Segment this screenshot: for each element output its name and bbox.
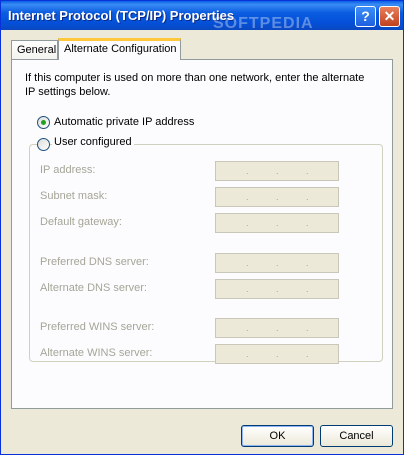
ip-dot: . (276, 349, 279, 359)
automatic-private-ip-label[interactable]: Automatic private IP address (54, 116, 194, 128)
ip-dot: . (276, 258, 279, 268)
subnet-mask-field[interactable]: ... (215, 187, 339, 207)
preferred-wins-field[interactable]: ... (215, 318, 339, 338)
ok-button[interactable]: OK (241, 425, 314, 447)
ip-address-field[interactable]: ... (215, 161, 339, 181)
ip-dot: . (306, 192, 309, 202)
user-configured-label[interactable]: User configured (52, 136, 134, 148)
default-gateway-label: Default gateway: (40, 216, 122, 228)
window-title: Internet Protocol (TCP/IP) Properties (8, 8, 235, 23)
ip-dot: . (306, 258, 309, 268)
default-gateway-field[interactable]: ... (215, 213, 339, 233)
ip-dot: . (246, 218, 249, 228)
alternate-dns-label: Alternate DNS server: (40, 282, 147, 294)
ip-dot: . (246, 349, 249, 359)
ip-dot: . (276, 192, 279, 202)
ip-dot: . (276, 166, 279, 176)
ip-dot: . (306, 284, 309, 294)
ip-dot: . (246, 166, 249, 176)
ip-dot: . (306, 218, 309, 228)
ip-dot: . (276, 284, 279, 294)
close-button[interactable]: ✕ (379, 6, 400, 27)
alternate-dns-field[interactable]: ... (215, 279, 339, 299)
watermark: SOFTPEDIA (213, 15, 314, 32)
title-bar[interactable]: Internet Protocol (TCP/IP) Properties SO… (1, 1, 403, 32)
ip-dot: . (246, 192, 249, 202)
ip-dot: . (276, 323, 279, 333)
cancel-button[interactable]: Cancel (320, 425, 393, 447)
alternate-wins-label: Alternate WINS server: (40, 347, 153, 359)
description-text: If this computer is used on more than on… (25, 72, 365, 98)
ip-dot: . (306, 349, 309, 359)
ip-dot: . (246, 284, 249, 294)
ip-dot: . (246, 258, 249, 268)
ip-dot: . (276, 218, 279, 228)
preferred-dns-label: Preferred DNS server: (40, 256, 149, 268)
ip-address-label: IP address: (40, 164, 96, 176)
subnet-mask-label: Subnet mask: (40, 190, 108, 202)
automatic-private-ip-radio[interactable] (37, 116, 50, 129)
ip-dot: . (306, 166, 309, 176)
preferred-dns-field[interactable]: ... (215, 253, 339, 273)
radio-selected-dot (41, 120, 46, 125)
tab-panel: If this computer is used on more than on… (11, 59, 393, 409)
ip-dot: . (306, 323, 309, 333)
alternate-wins-field[interactable]: ... (215, 344, 339, 364)
help-button[interactable]: ? (355, 6, 376, 27)
user-configured-radio[interactable] (37, 138, 50, 151)
properties-dialog: Internet Protocol (TCP/IP) Properties SO… (0, 0, 404, 455)
tab-general[interactable]: General (11, 40, 58, 59)
tab-alternate-configuration[interactable]: Alternate Configuration (58, 38, 181, 60)
preferred-wins-label: Preferred WINS server: (40, 321, 155, 333)
ip-dot: . (246, 323, 249, 333)
